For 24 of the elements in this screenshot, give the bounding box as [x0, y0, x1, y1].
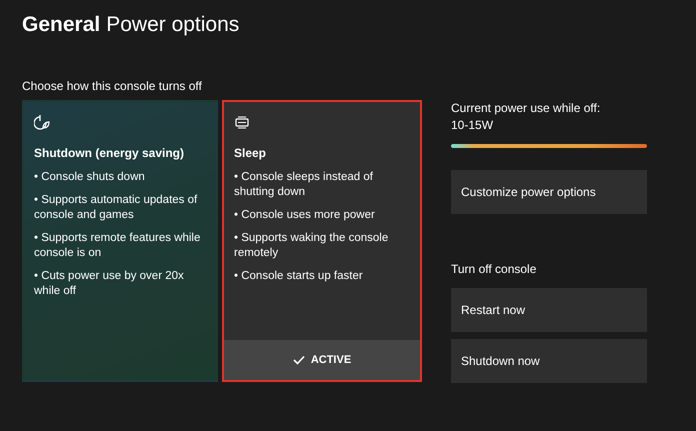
bullet-text: • Supports waking the console remotely	[234, 231, 390, 261]
check-icon	[292, 355, 305, 365]
menu-button[interactable]: Restart now	[451, 288, 647, 332]
status-label: ACTIVE	[310, 352, 352, 368]
console-icon	[234, 114, 250, 130]
section-heading: Turn off console	[451, 262, 538, 276]
bullet-text: • Console sleeps instead of shutting down	[234, 170, 374, 200]
bullet-text: • Console uses more power	[234, 208, 375, 223]
bullet-text: • Cuts power use by over 20x while off	[34, 269, 185, 299]
option-title: Shutdown (energy saving)	[34, 145, 184, 162]
option-card[interactable]: Shutdown (energy saving) • Console shuts down • Supports automatic updates of console and games • Supports remote features while console is on • Cuts power use by over 20x while off	[22, 100, 218, 382]
option-card[interactable]: Sleep • Console sleeps instead of shutting down • Console uses more power • Supports waking the console remotely • Console starts up faster ACTIVE	[222, 100, 422, 382]
power-use-label: Current power use while off:	[451, 100, 602, 117]
menu-button[interactable]: Shutdown now	[451, 339, 647, 383]
bullet-text: • Supports automatic updates of console and games	[34, 193, 198, 223]
prompt-text: Choose how this console turns off	[22, 79, 202, 93]
bullet-text: • Console starts up faster	[234, 269, 363, 284]
power-use-value: 10-15W	[451, 117, 494, 134]
page-title: General Power options	[22, 12, 240, 38]
bullet-text: • Console shuts down	[34, 170, 145, 185]
bullet-text: • Supports remote features while console is on	[34, 231, 202, 261]
power-leaf-icon	[34, 114, 50, 130]
customize-button[interactable]: Customize power options	[451, 170, 647, 214]
option-title: Sleep	[234, 145, 266, 162]
